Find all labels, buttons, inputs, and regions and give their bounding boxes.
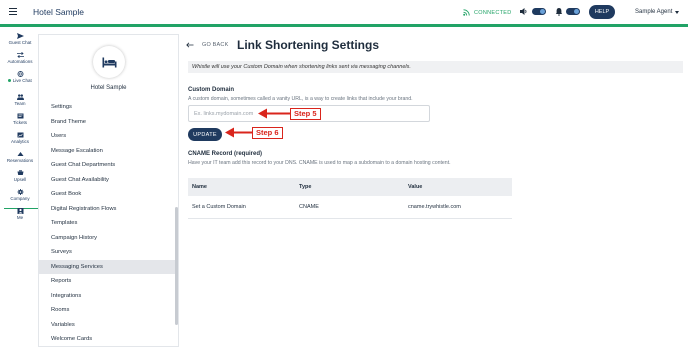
top-accent-line bbox=[0, 24, 688, 27]
cname-label: CNAME Record (required) bbox=[188, 151, 263, 157]
menu-item-guest-book[interactable]: Guest Book bbox=[39, 187, 178, 202]
sound-toggle[interactable] bbox=[532, 8, 546, 15]
globe-icon bbox=[17, 71, 23, 77]
connection-status: CONNECTED bbox=[463, 9, 512, 16]
rail-label: Me bbox=[16, 215, 24, 220]
update-button[interactable]: UPDATE bbox=[188, 128, 222, 141]
send-icon bbox=[16, 33, 24, 39]
menu-item-digital-registration-flows[interactable]: Digital Registration Flows bbox=[39, 202, 178, 217]
step6-callout: Step 6 bbox=[252, 127, 283, 139]
cname-description: Have your IT team add this record to you… bbox=[188, 160, 451, 166]
rss-icon bbox=[463, 9, 470, 16]
menu-item-surveys[interactable]: Surveys bbox=[39, 245, 178, 260]
rail-item-team[interactable]: Team bbox=[0, 94, 40, 106]
rail-label: Analytics bbox=[10, 139, 29, 144]
custom-domain-description: A custom domain, sometimes called a vani… bbox=[188, 96, 413, 102]
rail-label: Upsell bbox=[13, 177, 27, 182]
cell-type: CNAME bbox=[295, 196, 404, 219]
hamburger-menu-icon[interactable] bbox=[9, 8, 17, 15]
arrows-icon bbox=[16, 52, 24, 58]
rail-label: Automations bbox=[7, 59, 33, 64]
menu-item-users[interactable]: Users bbox=[39, 129, 178, 144]
rail-label: Reservations bbox=[6, 158, 34, 163]
cell-value: cname.trywhistle.com bbox=[404, 196, 512, 219]
step5-callout: Step 5 bbox=[290, 108, 321, 120]
rail-item-me[interactable]: Me bbox=[0, 208, 40, 220]
go-back-label: GO BACK bbox=[202, 42, 229, 48]
table-header-row: Name Type Value bbox=[188, 178, 512, 196]
top-bar: Hotel Sample CONNECTED HELP Sample Agent bbox=[0, 0, 688, 24]
rail-item-tickets[interactable]: Tickets bbox=[0, 113, 40, 125]
notification-toggle[interactable] bbox=[566, 8, 580, 15]
menu-item-templates[interactable]: Templates bbox=[39, 216, 178, 231]
column-header-name: Name bbox=[188, 178, 295, 196]
cname-table: Name Type Value Set a Custom Domain CNAM… bbox=[188, 178, 512, 219]
step6-arrow bbox=[225, 127, 255, 138]
chevron-down-icon bbox=[675, 10, 680, 14]
info-banner: Whistle will use your Custom Domain when… bbox=[188, 61, 683, 73]
rail-label: Live Chat bbox=[12, 78, 32, 83]
reservations-icon bbox=[17, 152, 23, 156]
menu-item-welcome-cards[interactable]: Welcome Cards bbox=[39, 332, 178, 346]
rail-label: Guest Chat bbox=[8, 40, 32, 45]
connection-status-label: CONNECTED bbox=[474, 9, 512, 16]
menu-item-variables[interactable]: Variables bbox=[39, 318, 178, 333]
menu-item-settings[interactable]: Settings bbox=[39, 100, 178, 115]
menu-item-message-escalation[interactable]: Message Escalation bbox=[39, 144, 178, 159]
step5-arrow bbox=[258, 108, 292, 119]
agent-menu[interactable]: Sample Agent bbox=[635, 9, 680, 15]
go-back-link[interactable]: GO BACK bbox=[186, 42, 228, 48]
rail-item-automations[interactable]: Automations bbox=[0, 52, 40, 64]
analytics-icon bbox=[17, 132, 23, 138]
column-header-type: Type bbox=[295, 178, 404, 196]
live-chat-label-row: Live Chat bbox=[8, 78, 32, 83]
bed-icon bbox=[102, 57, 116, 67]
table-row: Set a Custom Domain CNAME cname.trywhist… bbox=[188, 196, 512, 219]
settings-menu-list: Settings Brand Theme Users Message Escal… bbox=[39, 100, 178, 346]
menu-scrollbar[interactable] bbox=[175, 207, 178, 325]
rail-item-guest-chat[interactable]: Guest Chat bbox=[0, 33, 40, 45]
menu-item-guest-chat-availability[interactable]: Guest Chat Availability bbox=[39, 173, 178, 188]
rail-label: Tickets bbox=[12, 120, 28, 125]
person-icon bbox=[17, 208, 23, 214]
menu-item-rooms[interactable]: Rooms bbox=[39, 303, 178, 318]
menu-item-brand-theme[interactable]: Brand Theme bbox=[39, 115, 178, 130]
bell-icon[interactable] bbox=[555, 7, 563, 16]
menu-item-integrations[interactable]: Integrations bbox=[39, 289, 178, 304]
menu-item-messaging-services[interactable]: Messaging Services bbox=[39, 259, 178, 274]
menu-item-campaign-history[interactable]: Campaign History bbox=[39, 231, 178, 246]
rail-label: Team bbox=[14, 101, 26, 106]
menu-item-reports[interactable]: Reports bbox=[39, 274, 178, 289]
rail-label: Company bbox=[10, 196, 30, 201]
cell-name: Set a Custom Domain bbox=[188, 196, 295, 219]
ticket-icon bbox=[17, 113, 23, 119]
menu-item-guest-chat-departments[interactable]: Guest Chat Departments bbox=[39, 158, 178, 173]
hotel-title: Hotel Sample bbox=[33, 7, 85, 17]
live-status-dot bbox=[8, 79, 12, 82]
page-title: Link Shortening Settings bbox=[237, 38, 380, 52]
upsell-icon bbox=[17, 170, 23, 175]
column-header-value: Value bbox=[404, 178, 512, 196]
speaker-icon[interactable] bbox=[519, 7, 528, 16]
team-icon bbox=[16, 94, 24, 100]
menu-hotel-name: Hotel Sample bbox=[90, 85, 127, 91]
gear-icon bbox=[17, 189, 23, 195]
hotel-logo bbox=[93, 46, 125, 78]
rail-item-upsell[interactable]: Upsell bbox=[0, 170, 40, 182]
arrow-left-icon bbox=[186, 42, 194, 48]
help-button[interactable]: HELP bbox=[589, 5, 615, 19]
rail-item-analytics[interactable]: Analytics bbox=[0, 132, 40, 144]
left-rail: Guest Chat Automations Live Chat Team Ti… bbox=[0, 27, 40, 347]
rail-item-live-chat[interactable]: Live Chat bbox=[0, 71, 40, 83]
rail-item-company[interactable]: Company bbox=[0, 189, 40, 210]
custom-domain-label: Custom Domain bbox=[188, 87, 235, 93]
agent-name: Sample Agent bbox=[635, 9, 673, 15]
rail-item-reservations[interactable]: Reservations bbox=[0, 151, 40, 163]
settings-menu-panel: Hotel Sample Settings Brand Theme Users … bbox=[38, 34, 179, 347]
